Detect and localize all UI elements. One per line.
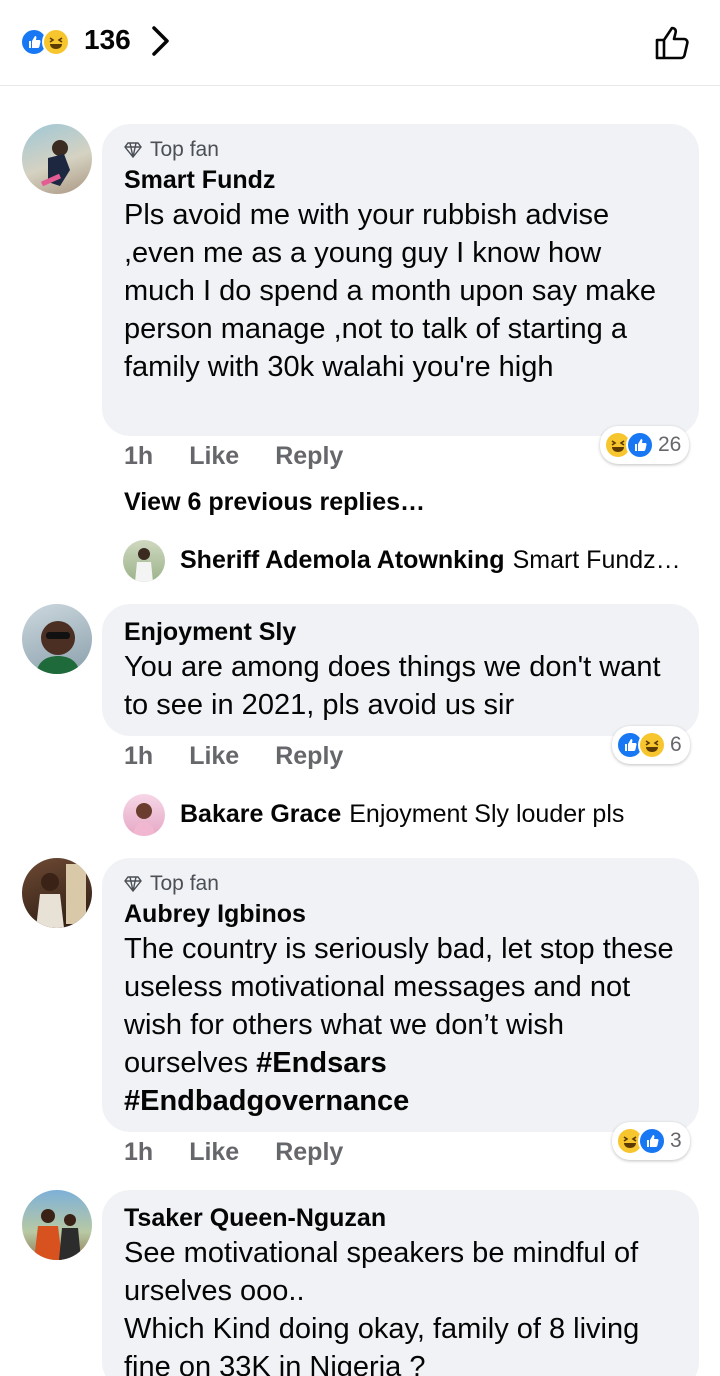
reaction-count: 26 (658, 433, 682, 456)
top-fan-badge: Top fan (124, 870, 677, 898)
diamond-icon (124, 142, 142, 158)
view-previous-replies-link[interactable]: View 6 previous replies… (124, 488, 425, 517)
comment-text: You are among does things we don't want … (124, 651, 661, 721)
haha-reaction-icon (638, 731, 666, 759)
header-reactions[interactable] (20, 28, 70, 56)
comment-time[interactable]: 1h (124, 442, 153, 471)
hashtag-link[interactable]: #Endbadgovernance (124, 1085, 409, 1117)
reply-button[interactable]: Reply (275, 442, 343, 471)
comment-bubble: Top fan Smart Fundz Pls avoid me with yo… (102, 124, 699, 436)
thumbs-up-outline-icon[interactable] (654, 24, 692, 67)
comment-author[interactable]: Tsaker Queen-Nguzan (124, 1202, 677, 1234)
avatar[interactable] (123, 540, 165, 582)
reply-button[interactable]: Reply (275, 742, 343, 771)
like-reaction-icon (638, 1127, 666, 1155)
reply-author[interactable]: Sheriff Ademola Atownking (180, 546, 505, 575)
reply-text: Enjoyment Sly louder pls (349, 800, 625, 828)
reply-preview[interactable]: Sheriff Ademola Atownking Smart Fundz… (180, 546, 681, 575)
avatar[interactable] (22, 858, 92, 928)
avatar[interactable] (123, 794, 165, 836)
avatar[interactable] (22, 124, 92, 194)
comment-reactions[interactable]: 6 (612, 726, 690, 764)
reaction-count: 3 (670, 1129, 682, 1152)
reply-text: Smart Fundz… (512, 546, 681, 574)
like-button[interactable]: Like (189, 1138, 239, 1167)
reactions-header: 136 (0, 0, 720, 86)
haha-reaction-icon (42, 28, 70, 56)
comment-text: See motivational speakers be mindful of … (124, 1237, 640, 1376)
comment-reactions[interactable]: 26 (600, 426, 690, 464)
comment-actions: 1h Like Reply (124, 742, 379, 771)
comment-bubble: Enjoyment Sly You are among does things … (102, 604, 699, 736)
hashtag-link[interactable]: #Endsars (256, 1047, 387, 1079)
comment-time[interactable]: 1h (124, 742, 153, 771)
diamond-icon (124, 876, 142, 892)
comment-author[interactable]: Aubrey Igbinos (124, 898, 677, 930)
reaction-count[interactable]: 136 (84, 24, 131, 56)
comment-text: The country is seriously bad, let stop t… (124, 933, 674, 1117)
like-button[interactable]: Like (189, 742, 239, 771)
reply-button[interactable]: Reply (275, 1138, 343, 1167)
comment-time[interactable]: 1h (124, 1138, 153, 1167)
comment-bubble: Tsaker Queen-Nguzan See motivational spe… (102, 1190, 699, 1376)
reaction-count: 6 (670, 733, 682, 756)
comment-author[interactable]: Enjoyment Sly (124, 616, 677, 648)
comment-actions: 1h Like Reply (124, 1138, 379, 1167)
top-fan-badge: Top fan (124, 136, 677, 164)
comment-author[interactable]: Smart Fundz (124, 164, 677, 196)
avatar[interactable] (22, 604, 92, 674)
comment-text: Pls avoid me with your rubbish advise ,e… (124, 199, 656, 383)
like-reaction-icon (626, 431, 654, 459)
comment-reactions[interactable]: 3 (612, 1122, 690, 1160)
reply-preview[interactable]: Bakare Grace Enjoyment Sly louder pls (180, 800, 624, 829)
comment-bubble: Top fan Aubrey Igbinos The country is se… (102, 858, 699, 1132)
chevron-right-icon[interactable] (150, 24, 172, 63)
avatar[interactable] (22, 1190, 92, 1260)
reply-author[interactable]: Bakare Grace (180, 800, 341, 829)
like-button[interactable]: Like (189, 442, 239, 471)
comment-actions: 1h Like Reply (124, 442, 379, 471)
